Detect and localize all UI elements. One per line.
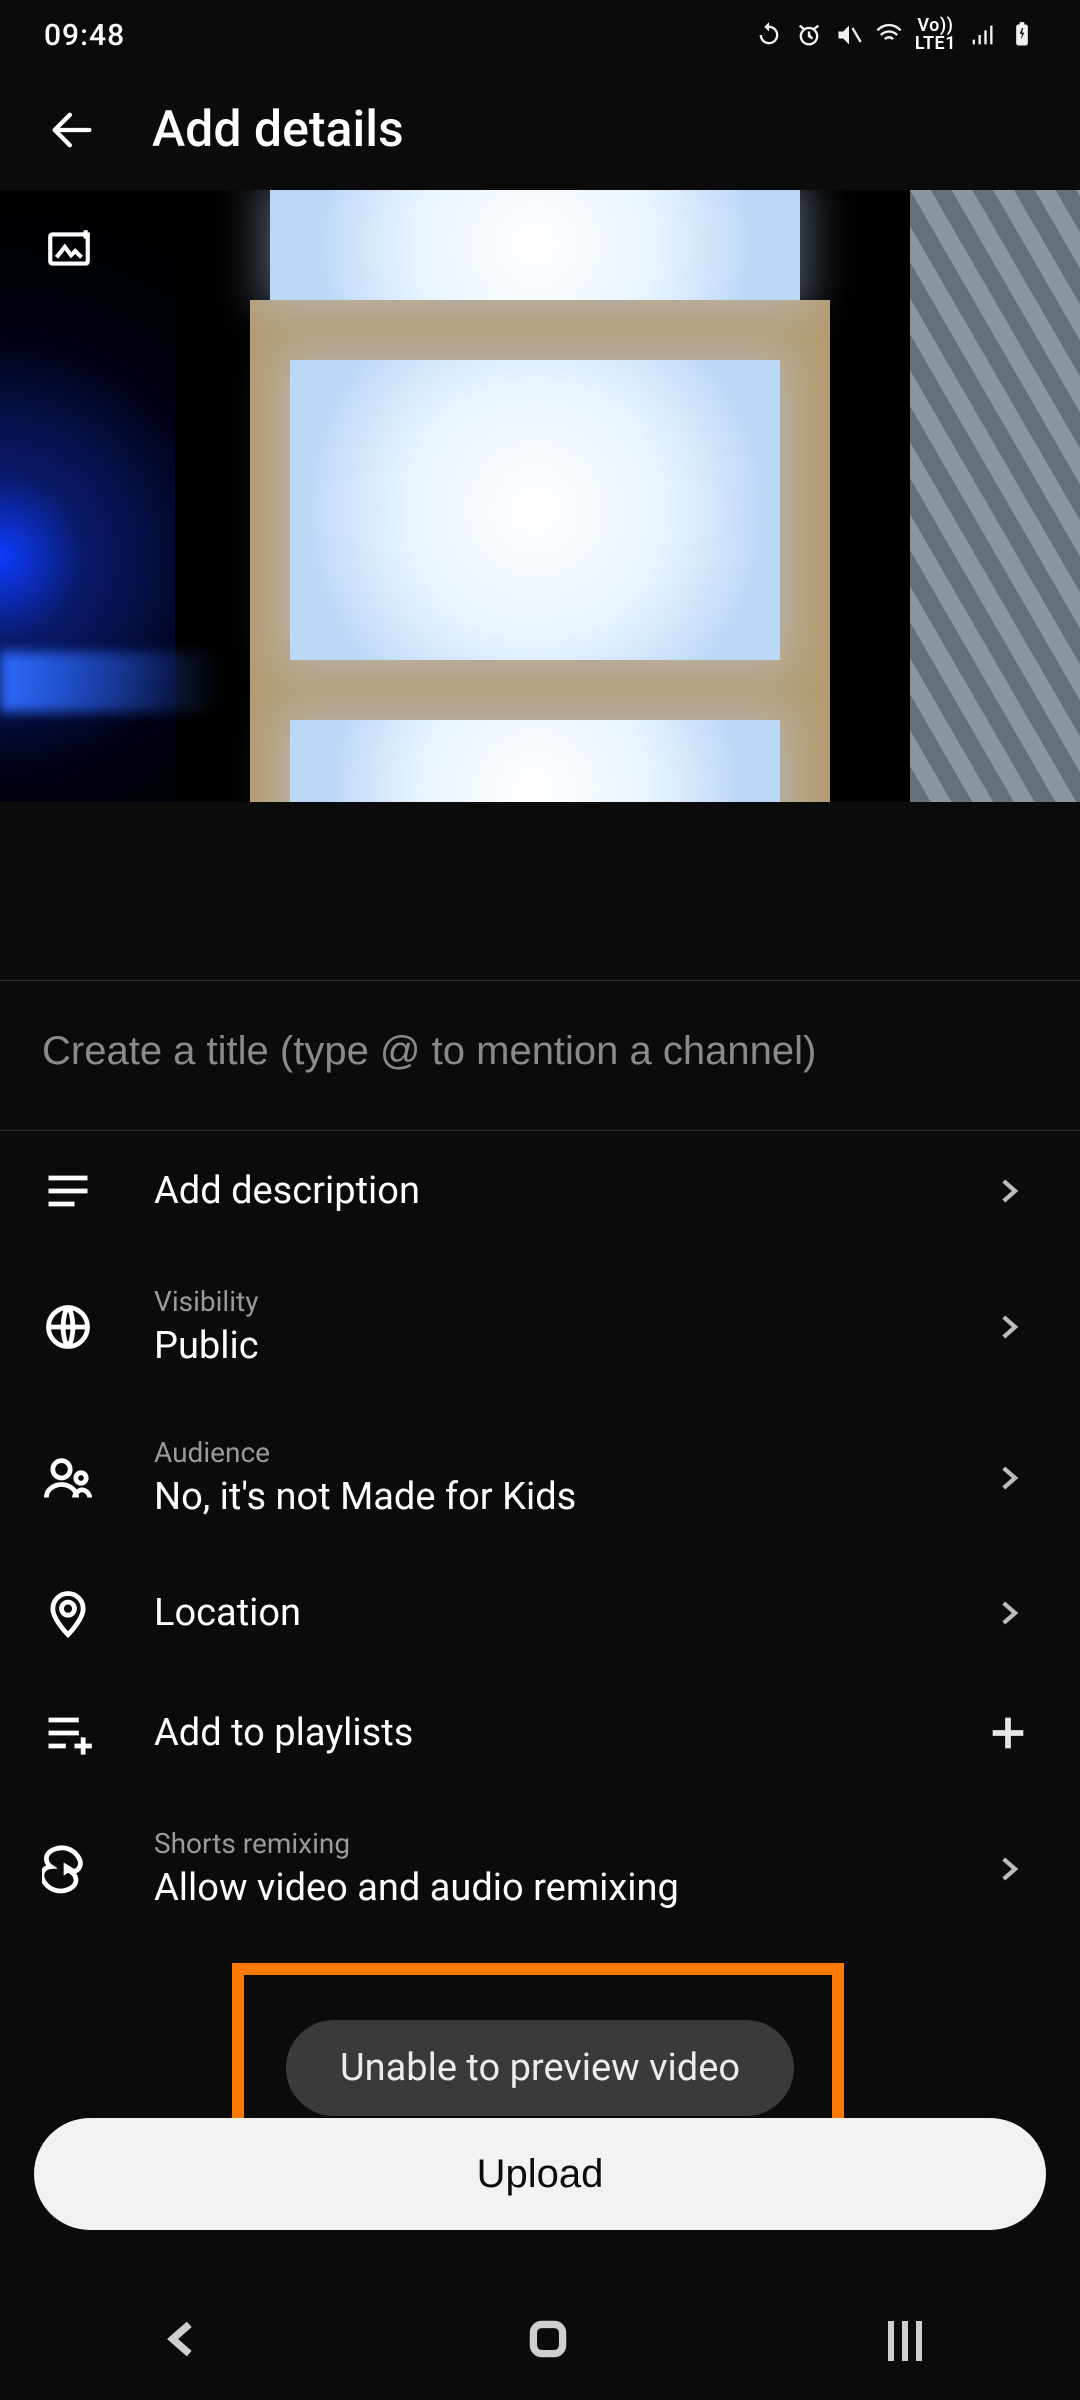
- back-button[interactable]: [42, 100, 102, 160]
- row-remix[interactable]: Shorts remixing Allow video and audio re…: [0, 1793, 1080, 1944]
- status-bar: 09:48 Vo)) LTE1: [0, 0, 1080, 70]
- details-list: Add description Visibility Public Audien…: [0, 1131, 1080, 1944]
- add-thumbnail-button[interactable]: [42, 222, 96, 276]
- app-header: Add details: [0, 70, 1080, 190]
- row-description[interactable]: Add description: [0, 1131, 1080, 1251]
- globe-icon: [42, 1301, 94, 1353]
- row-playlists-label: Add to playlists: [154, 1711, 938, 1755]
- row-description-label: Add description: [154, 1169, 938, 1213]
- plus-icon: [985, 1710, 1031, 1756]
- toast-message: Unable to preview video: [340, 2046, 740, 2090]
- description-icon: [42, 1165, 94, 1217]
- recents-icon: [888, 2321, 922, 2361]
- row-audience-value: No, it's not Made for Kids: [154, 1475, 938, 1519]
- upload-button[interactable]: Upload: [34, 2118, 1046, 2230]
- page-title: Add details: [152, 101, 404, 159]
- mute-icon: [835, 21, 863, 49]
- preview-gap: [0, 802, 1080, 980]
- upload-bar: Upload: [34, 2118, 1046, 2230]
- row-visibility-value: Public: [154, 1324, 938, 1368]
- arrow-left-icon: [46, 104, 98, 156]
- video-thumbnail[interactable]: [0, 190, 1080, 802]
- toast: Unable to preview video: [286, 2020, 794, 2116]
- nav-back-button[interactable]: [158, 2314, 208, 2368]
- title-input[interactable]: [42, 1029, 1038, 1074]
- row-remix-label: Shorts remixing: [154, 1827, 938, 1860]
- home-square-icon: [523, 2314, 573, 2364]
- sync-icon: [755, 21, 783, 49]
- audience-icon: [42, 1452, 94, 1504]
- row-playlists[interactable]: Add to playlists: [0, 1673, 1080, 1793]
- row-location[interactable]: Location: [0, 1553, 1080, 1673]
- nav-recents-button[interactable]: [888, 2321, 922, 2361]
- row-audience[interactable]: Audience No, it's not Made for Kids: [0, 1402, 1080, 1553]
- row-remix-value: Allow video and audio remixing: [154, 1866, 938, 1910]
- row-visibility-label: Visibility: [154, 1285, 938, 1318]
- chevron-left-icon: [158, 2314, 208, 2364]
- chevron-right-icon: [991, 1174, 1025, 1208]
- alarm-icon: [795, 21, 823, 49]
- chevron-right-icon: [991, 1461, 1025, 1495]
- shorts-icon: [42, 1843, 94, 1895]
- system-nav-bar: [0, 2282, 1080, 2400]
- row-audience-label: Audience: [154, 1436, 938, 1469]
- row-visibility[interactable]: Visibility Public: [0, 1251, 1080, 1402]
- signal-icon: [968, 21, 996, 49]
- nav-home-button[interactable]: [523, 2314, 573, 2368]
- volte-indicator: Vo)) LTE1: [915, 17, 956, 53]
- chevron-right-icon: [991, 1852, 1025, 1886]
- playlist-add-icon: [42, 1707, 94, 1759]
- row-location-label: Location: [154, 1591, 938, 1635]
- status-icons: Vo)) LTE1: [755, 17, 1036, 53]
- add-image-icon: [44, 224, 94, 274]
- chevron-right-icon: [991, 1596, 1025, 1630]
- chevron-right-icon: [991, 1310, 1025, 1344]
- clock: 09:48: [44, 18, 125, 53]
- battery-charging-icon: [1008, 21, 1036, 49]
- location-pin-icon: [42, 1587, 94, 1639]
- wifi-icon: [875, 21, 903, 49]
- title-field-container[interactable]: [0, 980, 1080, 1131]
